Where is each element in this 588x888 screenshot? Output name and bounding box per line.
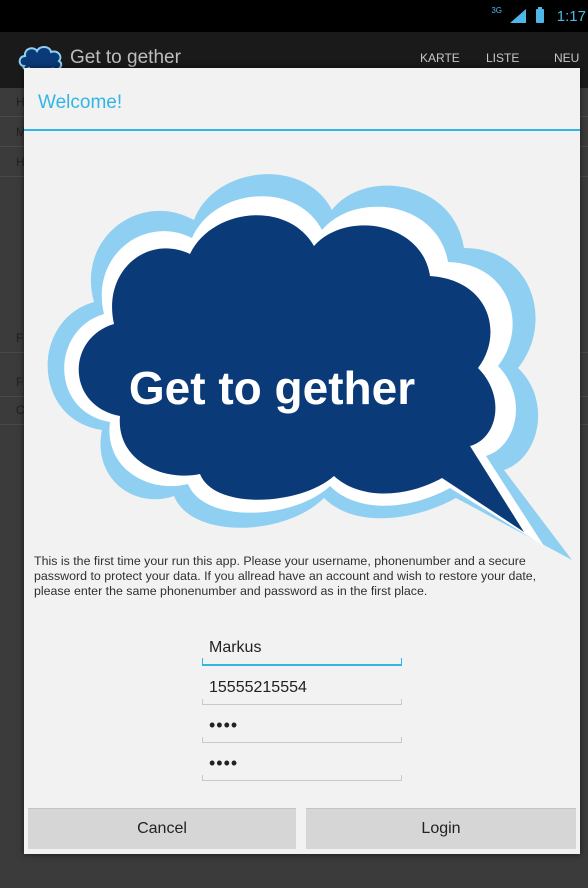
password-confirm-value: •••• bbox=[209, 753, 239, 773]
network-type: 3G bbox=[491, 6, 502, 15]
signal-icon bbox=[510, 9, 526, 23]
phone-value: 15555215554 bbox=[209, 679, 307, 696]
password-field[interactable]: •••• bbox=[202, 712, 402, 743]
tab-neu[interactable]: NEU bbox=[554, 51, 579, 65]
login-button[interactable]: Login bbox=[306, 808, 576, 849]
dialog-divider bbox=[24, 129, 580, 131]
dialog-title: Welcome! bbox=[38, 92, 123, 113]
welcome-message: This is the first time your run this app… bbox=[34, 554, 537, 598]
welcome-dialog: Welcome! Get to gether This is the first… bbox=[24, 68, 580, 854]
battery-icon bbox=[536, 7, 544, 23]
tab-liste[interactable]: LISTE bbox=[486, 51, 519, 65]
cancel-button[interactable]: Cancel bbox=[28, 808, 296, 849]
tab-karte[interactable]: KARTE bbox=[420, 51, 460, 65]
username-value: Markus bbox=[209, 639, 262, 656]
password-value: •••• bbox=[209, 715, 239, 735]
cloud-logo-icon: Get to gether bbox=[47, 174, 572, 561]
phone-field[interactable]: 15555215554 bbox=[202, 674, 402, 705]
password-confirm-field[interactable]: •••• bbox=[202, 750, 402, 781]
status-bar: 3G 1:17 bbox=[0, 0, 588, 32]
app-title: Get to gether bbox=[70, 47, 181, 68]
dialog-button-bar: Cancel Login bbox=[24, 806, 580, 850]
cloud-logo-text: Get to gether bbox=[129, 362, 415, 414]
username-field[interactable]: Markus bbox=[202, 634, 402, 666]
clock: 1:17 bbox=[556, 8, 586, 25]
